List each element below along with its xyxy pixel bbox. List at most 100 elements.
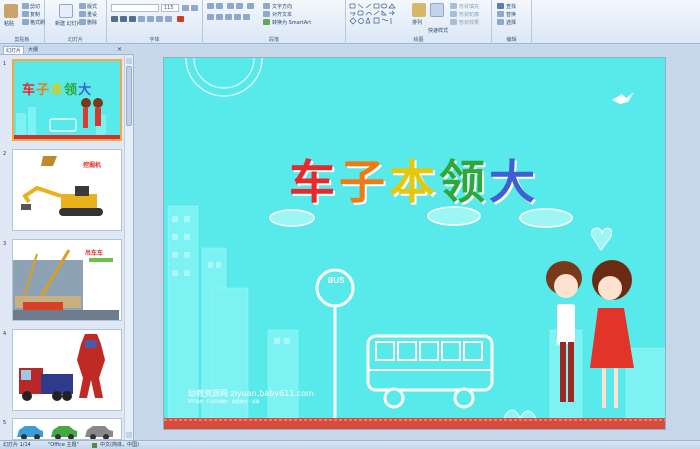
slide-number: 3 (3, 241, 7, 247)
font-size-combo[interactable]: 115 (161, 4, 179, 12)
title-character: 领 (439, 155, 489, 209)
editing-group: 查找 替换 选择 编辑 (492, 0, 532, 44)
new-slide-button[interactable]: 新建 幻灯片 (55, 20, 82, 27)
align-right-icon[interactable] (225, 14, 232, 20)
quick-styles-icon[interactable] (430, 3, 444, 17)
layout-button[interactable]: 版式 (87, 3, 97, 10)
drawing-group: 排列 快速样式 形状填充 形状轮廓 形状效果 绘图 (346, 0, 492, 44)
transformer-truck-image (19, 334, 105, 401)
align-left-icon[interactable] (207, 14, 214, 20)
slide-thumbnail-1[interactable]: 车子本领大 (12, 59, 122, 141)
slide-panel: 幻灯片 大纲 × 1 车子本领大 2 挖掘机 3 吊车车 4 5 (0, 45, 134, 440)
justify-icon[interactable] (234, 14, 241, 20)
tab-outline[interactable]: 大纲 (26, 46, 40, 54)
italic-icon[interactable] (120, 16, 127, 22)
ribbon: 粘贴 剪切 复制 格式刷 剪贴板 新建 幻灯片 版式 重设 删除 幻灯片 115… (0, 0, 700, 44)
thumb-scene-illustration (14, 98, 120, 139)
cut-button[interactable]: 剪切 (30, 3, 40, 10)
arrange-icon[interactable] (412, 3, 426, 17)
cut-icon (22, 3, 29, 9)
slide-number: 5 (3, 420, 7, 426)
slide-editor[interactable]: BUS 车子本领大 幼教资源网 ziyuan.baby611.com PPT课件… (163, 57, 666, 430)
spellcheck-icon[interactable] (92, 443, 97, 448)
copy-button[interactable]: 复制 (30, 11, 40, 18)
slides-label: 幻灯片 (67, 37, 83, 43)
slide-thumbnail-5[interactable] (12, 418, 122, 440)
reset-button[interactable]: 重设 (87, 11, 97, 18)
text-direction-icon (263, 3, 270, 9)
reset-icon (79, 11, 86, 17)
replace-icon (497, 11, 504, 17)
shape-effects-button[interactable]: 形状效果 (459, 19, 479, 26)
delete-button[interactable]: 删除 (87, 19, 97, 26)
font-color-icon[interactable] (177, 16, 184, 22)
underline-icon[interactable] (129, 16, 136, 22)
increase-indent-icon[interactable] (236, 3, 243, 9)
select-icon (497, 19, 504, 25)
scroll-thumb[interactable] (126, 66, 132, 126)
shape-outline-icon (450, 11, 457, 17)
numbering-icon[interactable] (216, 3, 223, 9)
layout-icon (79, 3, 86, 9)
shrink-font-icon[interactable] (191, 5, 198, 11)
slide-counter: 幻灯片 1/14 (3, 442, 31, 448)
shape-outline-button[interactable]: 形状轮廓 (459, 11, 479, 18)
slide-number: 2 (3, 151, 7, 157)
paste-button[interactable]: 粘贴 (4, 20, 14, 27)
shape-fill-button[interactable]: 形状填充 (459, 3, 479, 10)
panel-scrollbar[interactable] (124, 56, 133, 440)
bus-stop-sign: BUS (327, 276, 345, 285)
strikethrough-icon[interactable] (138, 16, 145, 22)
line-spacing-icon[interactable] (247, 3, 254, 9)
align-center-icon[interactable] (216, 14, 223, 20)
font-family-combo[interactable] (111, 4, 159, 12)
copy-icon (22, 11, 29, 17)
format-painter-icon (22, 19, 29, 25)
scroll-down-arrow[interactable] (126, 432, 132, 438)
decrease-indent-icon[interactable] (227, 3, 234, 9)
title-character: 子 (339, 155, 389, 209)
slide-canvas-area: BUS 车子本领大 幼教资源网 ziyuan.baby611.com PPT课件… (135, 45, 700, 440)
paragraph-group: 文字方向 对齐文本 转换为 SmartArt 段落 (203, 0, 346, 44)
slide-background-illustration (164, 58, 665, 429)
slide-title[interactable]: 车子本领大 (214, 146, 614, 212)
slide-thumbnail-4[interactable] (12, 329, 122, 411)
status-bar: 幻灯片 1/14 "Office 主题" 中文(简体，中国) (0, 440, 700, 449)
bullets-icon[interactable] (207, 3, 214, 9)
editing-label: 编辑 (506, 37, 517, 43)
char-spacing-icon[interactable] (156, 16, 163, 22)
bold-icon[interactable] (111, 16, 118, 22)
shapes-gallery[interactable] (349, 3, 405, 27)
change-case-icon[interactable] (165, 16, 172, 22)
shape-effects-icon (450, 19, 457, 25)
arrange-button[interactable]: 排列 (412, 19, 422, 26)
replace-button[interactable]: 替换 (506, 11, 516, 18)
scroll-up-arrow[interactable] (126, 58, 132, 64)
align-text-icon (263, 11, 270, 17)
find-icon (497, 3, 504, 9)
clipboard-group: 粘贴 剪切 复制 格式刷 剪贴板 (0, 0, 45, 44)
paste-icon[interactable] (4, 4, 18, 18)
shape-fill-icon (450, 3, 457, 9)
cars-image (17, 426, 113, 439)
select-button[interactable]: 选择 (506, 19, 516, 26)
delete-icon (79, 19, 86, 25)
new-slide-icon[interactable] (59, 4, 73, 18)
format-painter-button[interactable]: 格式刷 (30, 19, 45, 26)
excavator-image (21, 156, 103, 216)
text-direction-button[interactable]: 文字方向 (272, 3, 292, 10)
quick-styles-button[interactable]: 快速样式 (428, 27, 448, 34)
columns-icon[interactable] (243, 14, 250, 20)
close-panel-icon[interactable]: × (117, 46, 122, 53)
smartart-button[interactable]: 转换为 SmartArt (272, 19, 311, 26)
find-button[interactable]: 查找 (506, 3, 516, 10)
grow-font-icon[interactable] (182, 5, 189, 11)
slide-thumbnail-2[interactable]: 挖掘机 (12, 149, 122, 231)
font-label: 字体 (149, 37, 160, 43)
smartart-icon (263, 19, 270, 25)
slide-thumbnail-3[interactable]: 吊车车 (12, 239, 122, 321)
tab-slides[interactable]: 幻灯片 (3, 46, 25, 54)
shadow-icon[interactable] (147, 16, 154, 22)
align-text-button[interactable]: 对齐文本 (272, 11, 292, 18)
language-indicator[interactable]: 中文(简体，中国) (100, 441, 139, 449)
